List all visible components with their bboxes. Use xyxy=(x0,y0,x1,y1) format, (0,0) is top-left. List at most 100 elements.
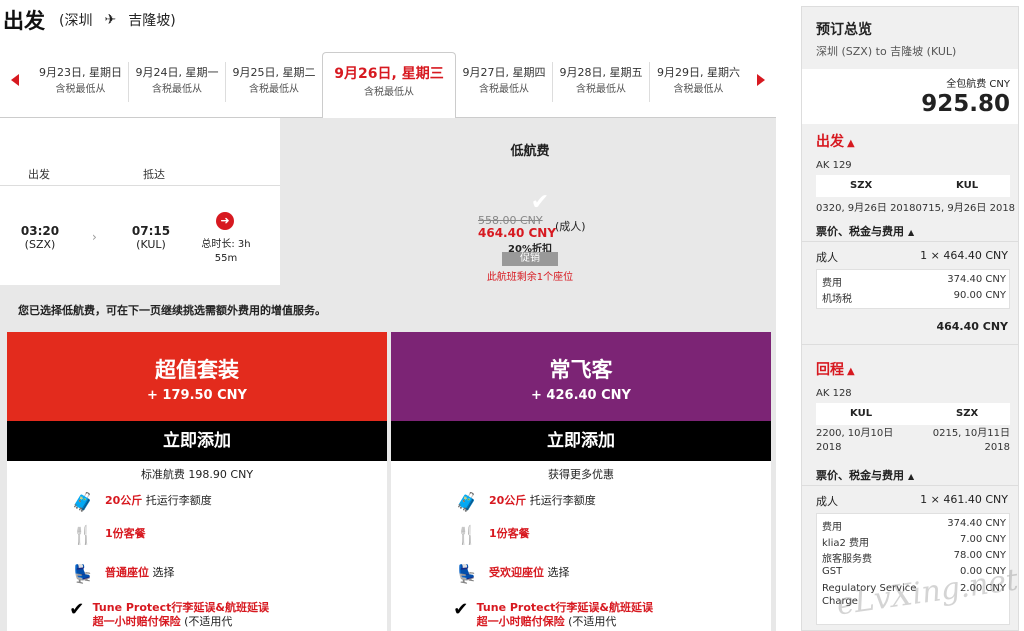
date-tab-0927[interactable]: 9月27日, 星期四 含税最低从 xyxy=(456,62,553,102)
date-sub: 含税最低从 xyxy=(364,87,414,98)
total-box: 全包航费 CNY 925.80 xyxy=(802,69,1018,124)
row-label: 成人 xyxy=(816,251,838,264)
total-value: 925.80 xyxy=(921,91,1010,117)
summary-title: 预订总览 xyxy=(816,22,872,38)
date-tab-0923[interactable]: 9月23日, 星期日 含税最低从 xyxy=(33,62,129,102)
date-label: 9月28日, 星期五 xyxy=(559,66,643,79)
flight-row[interactable]: 03:20 (SZX) › 07:15 (KUL) ➜ 总时长: 3h 55m xyxy=(0,185,280,285)
meal-icon: 🍴 xyxy=(455,525,479,546)
date-label: 9月25日, 星期二 xyxy=(232,66,316,79)
flight-select-panel: 出发 (深圳 ✈ 吉隆坡) 9月23日, 星期日 含税最低从 9月24日, 星期一… xyxy=(0,0,785,631)
outbound-flight-number: AK 129 xyxy=(816,160,852,171)
prev-date-arrow-icon[interactable] xyxy=(11,74,19,86)
feature-seat: 💺 受欢迎座位 选择 xyxy=(453,564,570,585)
bundle-subtext: 获得更多优惠 xyxy=(548,468,614,481)
row-label: 成人 xyxy=(816,495,838,508)
outbound-section-toggle[interactable]: 出发 ▲ xyxy=(816,131,855,151)
return-fees-toggle[interactable]: 票价、税金与费用 ▲ xyxy=(816,467,914,483)
feature-em: 受欢迎座位 xyxy=(489,566,544,579)
section-label: 出发 xyxy=(816,134,844,150)
row-label: klia2 费用 xyxy=(822,538,870,549)
total-label: 全包航费 CNY xyxy=(946,79,1010,90)
seats-left: 此航班剩余1个座位 xyxy=(486,272,574,283)
row-value: 90.00 CNY xyxy=(953,290,1006,301)
date-label: 9月26日, 星期三 xyxy=(334,66,444,82)
divider xyxy=(802,241,1018,242)
bundle-header: 超值套装 + 179.50 CNY xyxy=(7,332,387,421)
breakdown-row: klia2 费用 7.00 CNY xyxy=(822,534,1006,549)
date-tab-0925[interactable]: 9月25日, 星期二 含税最低从 xyxy=(226,62,323,102)
row-label: 机场税 xyxy=(822,294,852,305)
date-sub: 含税最低从 xyxy=(479,84,529,95)
meal-icon: 🍴 xyxy=(71,525,95,546)
premium-flex-bundle: 常飞客 + 426.40 CNY 立即添加 获得更多优惠 🧳 20公斤 托运行李额… xyxy=(391,332,771,631)
outbound-breakdown: 费用 374.40 CNY 机场税 90.00 CNY xyxy=(816,269,1010,309)
feature-em: 1份客餐 xyxy=(105,527,146,540)
return-section-toggle[interactable]: 回程 ▲ xyxy=(816,359,855,379)
row-label: GST xyxy=(822,566,843,577)
discount-price: 464.40 CNY xyxy=(478,226,557,240)
low-fare-option[interactable]: ✔ 558.00 CNY 464.40 CNY (成人) 20%折扣 促销 此航… xyxy=(400,190,680,283)
feature-text: 托运行李额度 xyxy=(526,494,596,507)
caret-up-icon: ▲ xyxy=(847,138,855,149)
feature-em: 1份客餐 xyxy=(489,527,530,540)
seat-icon: 💺 xyxy=(455,564,479,585)
bundle-price: + 426.40 CNY xyxy=(531,388,631,403)
feature-insurance: ✔ Tune Protect行李延误&航班延误超一小时赔付保险 (不适用代 xyxy=(453,599,653,629)
feature-meal: 🍴 1份客餐 xyxy=(69,525,146,546)
feature-insurance: ✔ Tune Protect行李延误&航班延误超一小时赔付保险 (不适用代 xyxy=(69,599,269,629)
divider xyxy=(802,344,1018,345)
flight-duration: 总时长: 3h 55m xyxy=(201,239,251,264)
outbound-fees-toggle[interactable]: 票价、税金与费用 ▲ xyxy=(816,223,914,239)
feature-text: (不适用代 xyxy=(564,615,617,628)
low-fare-column-label: 低航费 xyxy=(510,144,550,159)
luggage-icon: 🧳 xyxy=(455,492,479,513)
add-premium-flex-button[interactable]: 立即添加 xyxy=(391,421,771,461)
arrival-info: 07:15 (KUL) xyxy=(130,224,172,251)
feature-em: 普通座位 xyxy=(105,566,149,579)
chevron-right-icon: › xyxy=(92,230,97,244)
outbound-times: 0320, 9月26日 20180715, 9月26日 2018 xyxy=(816,203,1016,214)
date-tab-0928[interactable]: 9月28日, 星期五 含税最低从 xyxy=(553,62,650,102)
date-sub: 含税最低从 xyxy=(55,84,106,95)
section-label: 回程 xyxy=(816,362,844,378)
arrive-column-label: 抵达 xyxy=(143,168,165,181)
caret-up-icon: ▲ xyxy=(847,366,855,377)
date-label: 9月23日, 星期日 xyxy=(39,66,122,79)
breakdown-row: 旅客服务费 78.00 CNY xyxy=(822,550,1006,565)
row-value: 374.40 CNY xyxy=(947,518,1006,529)
date-tab-0929[interactable]: 9月29日, 星期六 含税最低从 xyxy=(650,62,747,102)
row-value: 374.40 CNY xyxy=(947,274,1006,285)
summary-route: 深圳 (SZX) to 吉隆坡 (KUL) xyxy=(816,45,957,58)
breakdown-row: 机场税 90.00 CNY xyxy=(822,290,1006,305)
bundle-subtext: 标准航费 198.90 CNY xyxy=(140,468,254,481)
bundle-name: 常飞客 xyxy=(549,358,613,382)
date-sub: 含税最低从 xyxy=(576,84,626,95)
depart-column-label: 出发 xyxy=(28,168,50,181)
date-label: 9月27日, 星期四 xyxy=(462,66,546,79)
arr-code: (KUL) xyxy=(136,238,166,251)
next-date-arrow-icon[interactable] xyxy=(757,74,765,86)
check-icon: ✔ xyxy=(453,599,469,620)
selection-note: 您已选择低航费，可在下一页继续挑选需额外费用的增值服务。 xyxy=(18,304,326,317)
return-adult-row: 成人 1 × 461.40 CNY xyxy=(816,493,1008,509)
route-to-code: KUL xyxy=(956,180,979,191)
add-value-pack-button[interactable]: 立即添加 xyxy=(7,421,387,461)
row-value: 78.00 CNY xyxy=(953,550,1006,561)
date-tab-0926-selected[interactable]: 9月26日, 星期三含税最低从 xyxy=(322,52,456,119)
bundle-header: 常飞客 + 426.40 CNY xyxy=(391,332,771,421)
seat-icon: 💺 xyxy=(71,564,95,585)
route-text: (深圳 ✈ 吉隆坡) xyxy=(59,10,176,30)
feature-text: 托运行李额度 xyxy=(142,494,212,507)
outbound-subtotal: 464.40 CNY xyxy=(936,320,1008,333)
feature-seat: 💺 普通座位 选择 xyxy=(69,564,175,585)
feature-em: 20公斤 xyxy=(489,494,527,507)
feature-text: (不适用代 xyxy=(180,615,233,628)
route-from-code: SZX xyxy=(850,180,873,191)
page-title: 出发 xyxy=(3,9,45,33)
flight-details-icon[interactable]: ➜ xyxy=(216,212,234,230)
route-from-code: KUL xyxy=(850,408,873,419)
feature-baggage: 🧳 20公斤 托运行李额度 xyxy=(453,492,596,513)
row-value: 7.00 CNY xyxy=(959,534,1006,545)
date-tab-0924[interactable]: 9月24日, 星期一 含税最低从 xyxy=(129,62,226,102)
